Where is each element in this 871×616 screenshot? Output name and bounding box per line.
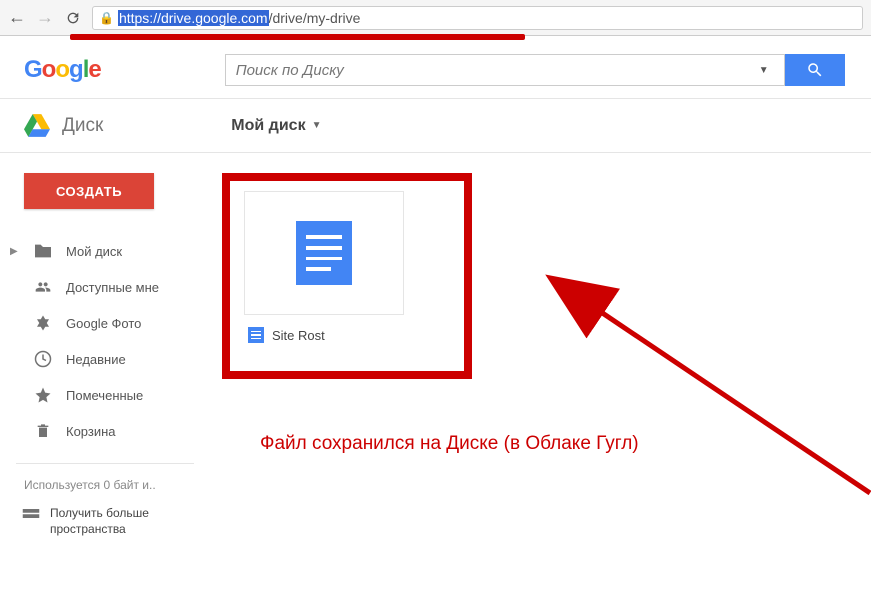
file-thumbnail (244, 191, 404, 315)
nav-label: Мой диск (66, 244, 122, 259)
content-area: Site Rost Файл сохранился на Диске (в Об… (210, 153, 871, 616)
sidebar-item-shared[interactable]: Доступные мне (0, 269, 210, 305)
search-container: ▼ (225, 54, 845, 86)
file-label-row: Site Rost (244, 327, 404, 343)
nav-label: Доступные мне (66, 280, 159, 295)
storage-icon (22, 508, 40, 527)
forward-button[interactable]: → (36, 9, 54, 27)
upgrade-storage-link[interactable]: Получить больше пространства (0, 492, 210, 537)
upgrade-label: Получить больше пространства (50, 506, 210, 537)
url-origin: https://drive.google.com (118, 10, 269, 26)
breadcrumb[interactable]: Мой диск ▼ (231, 117, 321, 135)
separator (16, 463, 194, 464)
star-icon (32, 386, 54, 404)
drive-logo[interactable]: Диск (24, 114, 103, 138)
header: Google ▼ (0, 42, 871, 98)
address-bar[interactable]: 🔒 https://drive.google.com/drive/my-driv… (92, 6, 863, 30)
drive-icon (24, 114, 50, 138)
search-box[interactable]: ▼ (225, 54, 785, 86)
sidebar-item-photos[interactable]: Google Фото (0, 305, 210, 341)
app-name: Диск (62, 115, 103, 137)
browser-toolbar: ← → 🔒 https://drive.google.com/drive/my-… (0, 0, 871, 36)
docs-icon-small (248, 327, 264, 343)
search-input[interactable] (236, 62, 754, 79)
search-dropdown-icon[interactable]: ▼ (754, 65, 774, 76)
nav-label: Google Фото (66, 316, 141, 331)
search-icon (806, 61, 824, 79)
create-button[interactable]: СОЗДАТЬ (24, 173, 154, 209)
nav-label: Недавние (66, 352, 126, 367)
file-name: Site Rost (272, 328, 325, 343)
back-button[interactable]: ← (8, 9, 26, 27)
trash-icon (32, 422, 54, 440)
url-path: /drive/my-drive (269, 10, 361, 26)
google-logo[interactable]: Google (24, 56, 101, 84)
folder-icon (32, 243, 54, 259)
search-button[interactable] (785, 54, 845, 86)
expand-icon[interactable]: ▶ (10, 246, 20, 257)
sidebar: СОЗДАТЬ ▶ Мой диск Доступные мне Google … (0, 153, 210, 616)
reload-button[interactable] (64, 9, 82, 27)
nav-label: Корзина (66, 424, 116, 439)
chevron-down-icon: ▼ (312, 120, 322, 131)
app-bar: Диск Мой диск ▼ (0, 99, 871, 153)
photos-icon (32, 314, 54, 332)
lock-icon: 🔒 (99, 11, 114, 25)
main: СОЗДАТЬ ▶ Мой диск Доступные мне Google … (0, 153, 871, 616)
breadcrumb-label: Мой диск (231, 117, 305, 135)
nav-label: Помеченные (66, 388, 143, 403)
clock-icon (32, 350, 54, 368)
annotation-highlight-box: Site Rost (222, 173, 472, 379)
storage-usage: Используется 0 байт и.. (0, 478, 210, 492)
sidebar-item-recent[interactable]: Недавние (0, 341, 210, 377)
file-tile[interactable]: Site Rost (244, 191, 404, 343)
sidebar-item-trash[interactable]: Корзина (0, 413, 210, 449)
docs-icon (296, 221, 352, 285)
sidebar-item-starred[interactable]: Помеченные (0, 377, 210, 413)
annotation-underline (70, 34, 525, 40)
people-icon (32, 279, 54, 295)
sidebar-item-my-drive[interactable]: ▶ Мой диск (0, 233, 210, 269)
nav-list: ▶ Мой диск Доступные мне Google Фото Нед… (0, 233, 210, 449)
annotation-text: Файл сохранился на Диске (в Облаке Гугл) (260, 433, 639, 455)
